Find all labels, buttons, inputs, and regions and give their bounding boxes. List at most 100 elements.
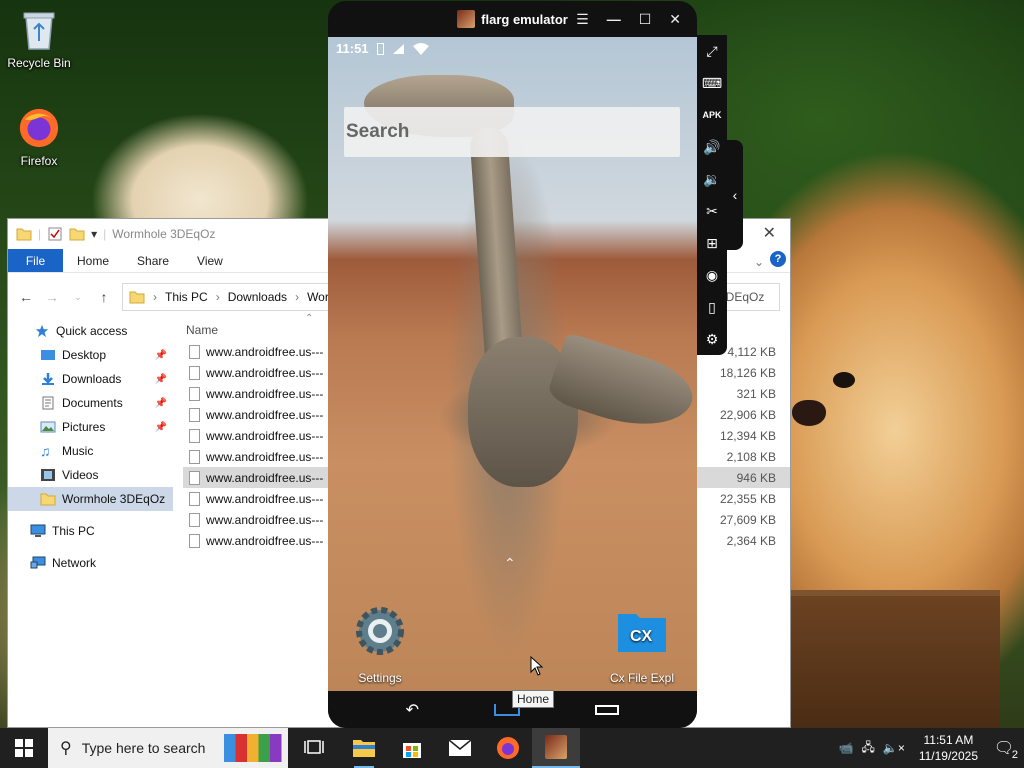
- taskbar-file-explorer[interactable]: [340, 728, 388, 768]
- file-icon: [189, 365, 200, 380]
- volume-up-icon[interactable]: 🔊: [701, 135, 723, 159]
- taskbar-flarg-emulator[interactable]: [532, 728, 580, 768]
- file-icon: [189, 491, 200, 506]
- location-icon[interactable]: ◉: [701, 263, 723, 287]
- file-size: 22,906 KB: [719, 407, 776, 422]
- maximize-icon[interactable]: ☐: [639, 11, 652, 28]
- sidebar-item-label: This PC: [52, 524, 95, 538]
- breadcrumb-downloads[interactable]: Downloads: [228, 290, 287, 304]
- sort-chevron-icon: ⌃: [305, 313, 314, 324]
- sidebar-item-desktop[interactable]: Desktop 📌: [8, 343, 173, 367]
- taskbar: ⚲ Type here to search 📹 🖧 🔈× 11:51 AM 11…: [0, 728, 1024, 768]
- collapse-toolbar-chevron-icon[interactable]: ‹: [727, 140, 743, 250]
- notification-center-button[interactable]: 🗨 2: [992, 736, 1018, 761]
- clock[interactable]: 11:51 AM 11/19/2025: [913, 732, 984, 764]
- mouse-cursor-icon: [530, 656, 544, 676]
- taskbar-firefox[interactable]: [484, 728, 532, 768]
- apk-install-icon[interactable]: APK: [701, 103, 723, 127]
- sidebar-item-quick-access[interactable]: Quick access: [8, 319, 173, 343]
- cell-signal-icon: [392, 43, 404, 54]
- mail-icon: [448, 739, 472, 756]
- sidebar-item-music[interactable]: ♫ Music: [8, 439, 173, 463]
- file-name: www.androidfree.us---: [206, 344, 324, 359]
- firefox-icon: [497, 737, 519, 759]
- scissors-icon[interactable]: ✂: [701, 199, 723, 223]
- status-time: 11:51: [336, 41, 369, 56]
- search-icon: ⚲: [60, 740, 72, 757]
- sidebar-item-documents[interactable]: Documents 📌: [8, 391, 173, 415]
- folder-icon: [16, 228, 32, 241]
- properties-icon[interactable]: [47, 227, 63, 241]
- battery-icon: [376, 42, 384, 55]
- recents-nav-icon[interactable]: [595, 704, 620, 715]
- taskbar-mail[interactable]: [436, 728, 484, 768]
- new-folder-icon[interactable]: [69, 227, 85, 241]
- desktop-icon-recycle-bin[interactable]: Recycle Bin: [2, 8, 76, 70]
- sidebar-item-pictures[interactable]: Pictures 📌: [8, 415, 173, 439]
- meet-now-icon[interactable]: 📹: [839, 741, 854, 755]
- add-window-icon[interactable]: ⊞: [701, 231, 723, 255]
- sidebar-item-label: Videos: [62, 468, 99, 482]
- breadcrumb-this-pc[interactable]: This PC: [165, 290, 208, 304]
- volume-down-icon[interactable]: 🔉: [701, 167, 723, 191]
- file-size: 2,108 KB: [726, 449, 776, 464]
- emulator-title: flarg emulator: [481, 11, 568, 27]
- svg-text:CX: CX: [630, 628, 653, 645]
- back-nav-icon[interactable]: ↶: [406, 700, 419, 720]
- taskbar-search-box[interactable]: ⚲ Type here to search: [48, 728, 288, 768]
- books-icon: [224, 734, 288, 762]
- recent-dropdown-icon[interactable]: ⌄: [70, 292, 86, 303]
- sidebar-item-wormhole-folder[interactable]: Wormhole 3DEqOz: [8, 487, 173, 511]
- android-home-screen[interactable]: 11:51 Search ⌃ Settings CX Cx File Expl: [328, 37, 697, 691]
- tab-share[interactable]: Share: [123, 249, 183, 272]
- emulator-window-controls: ☰ — ☐ ✕: [576, 1, 681, 37]
- android-status-bar: 11:51: [336, 41, 429, 56]
- file-icon: [189, 407, 200, 422]
- sidebar-item-this-pc[interactable]: This PC: [8, 519, 173, 543]
- home-search-bar[interactable]: Search: [344, 107, 680, 157]
- keyboard-icon[interactable]: ⌨: [701, 71, 723, 95]
- pin-icon: 📌: [154, 349, 167, 361]
- taskbar-store[interactable]: [388, 728, 436, 768]
- back-arrow-icon[interactable]: ←: [18, 289, 34, 305]
- app-settings[interactable]: Settings: [338, 605, 422, 685]
- settings-icon[interactable]: ⚙: [701, 327, 723, 351]
- volume-muted-icon[interactable]: 🔈×: [883, 741, 905, 755]
- sidebar-item-downloads[interactable]: Downloads 📌: [8, 367, 173, 391]
- fullscreen-icon[interactable]: ⤢: [701, 39, 723, 63]
- notification-count: 2: [1011, 749, 1018, 761]
- wifi-icon: [412, 42, 429, 55]
- sidebar-item-network[interactable]: Network: [8, 551, 173, 575]
- tab-file[interactable]: File: [8, 249, 63, 272]
- minimize-icon[interactable]: —: [607, 11, 621, 27]
- tab-home[interactable]: Home: [63, 249, 123, 272]
- taskbar-task-view[interactable]: [288, 728, 340, 768]
- sidebar-item-label: Documents: [62, 396, 123, 410]
- windows-logo-icon: [15, 739, 33, 757]
- shake-icon[interactable]: ▯: [701, 295, 723, 319]
- up-arrow-icon[interactable]: ↑: [96, 289, 112, 305]
- sidebar-item-label: Network: [52, 556, 97, 570]
- emulator-logo-icon: [457, 10, 476, 28]
- task-view-icon: [304, 740, 324, 754]
- network-tray-icon[interactable]: 🖧: [861, 738, 874, 759]
- close-icon[interactable]: ✕: [763, 223, 776, 243]
- pictures-icon: [40, 421, 56, 433]
- help-icon[interactable]: ?: [770, 251, 786, 267]
- tab-view[interactable]: View: [183, 249, 237, 272]
- ribbon-expand-icon[interactable]: ⌄: [754, 255, 764, 269]
- file-size: 22,355 KB: [719, 491, 776, 506]
- quick-access-toolbar-dropdown-icon[interactable]: ▾: [91, 227, 97, 241]
- sidebar-item-videos[interactable]: Videos: [8, 463, 173, 487]
- close-icon[interactable]: ✕: [669, 11, 681, 28]
- recycle-bin-label: Recycle Bin: [7, 56, 71, 70]
- start-button[interactable]: [0, 728, 48, 768]
- menu-icon[interactable]: ☰: [576, 11, 589, 28]
- taskbar-search-placeholder: Type here to search: [81, 740, 206, 756]
- desktop-icon-firefox[interactable]: Firefox: [2, 106, 76, 168]
- forward-arrow-icon[interactable]: →: [44, 289, 60, 305]
- sidebar-item-label: Music: [62, 444, 94, 458]
- app-drawer-chevron-icon[interactable]: ⌃: [504, 555, 516, 572]
- app-cx-file-explorer[interactable]: CX Cx File Expl: [600, 605, 684, 685]
- file-name: www.androidfree.us---: [206, 512, 324, 527]
